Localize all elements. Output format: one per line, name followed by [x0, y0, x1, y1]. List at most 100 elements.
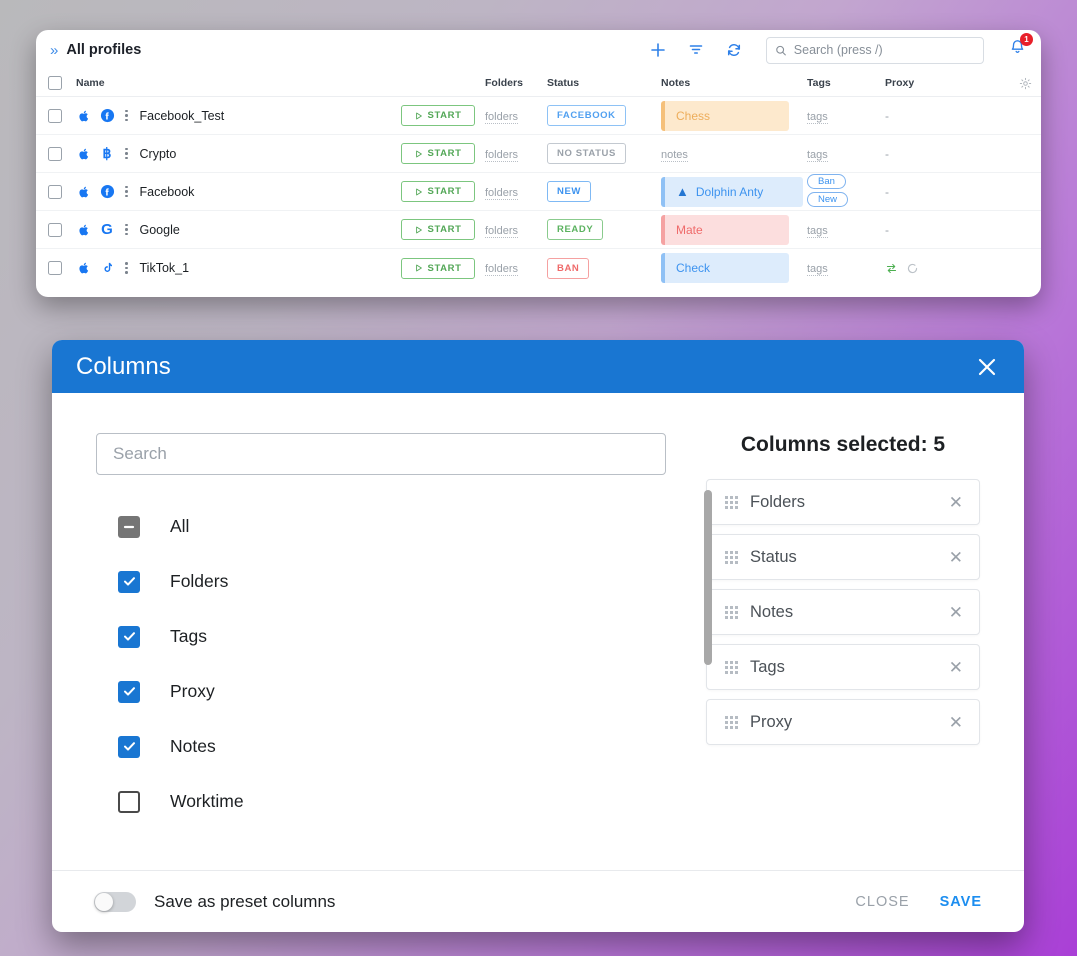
- row-checkbox[interactable]: [48, 146, 62, 161]
- gear-icon[interactable]: [1019, 77, 1032, 90]
- start-button[interactable]: START: [401, 219, 475, 240]
- tags-link[interactable]: tags: [807, 110, 828, 124]
- note-cell[interactable]: ▲ Dolphin Anty: [661, 176, 803, 207]
- drag-handle-icon[interactable]: [725, 550, 738, 564]
- tag-chip[interactable]: New: [807, 191, 849, 207]
- checkbox-checked-icon[interactable]: [118, 680, 140, 703]
- folders-link[interactable]: folders: [485, 110, 519, 124]
- row-checkbox[interactable]: [48, 261, 62, 275]
- status-badge[interactable]: READY: [547, 219, 604, 240]
- kebab-menu-icon[interactable]: [125, 262, 128, 274]
- save-button[interactable]: SAVE: [940, 894, 982, 910]
- refresh-icon[interactable]: [906, 262, 919, 275]
- proxy-value[interactable]: -: [885, 109, 889, 123]
- swap-icon[interactable]: [885, 262, 898, 275]
- selected-column-item[interactable]: Status ✕: [706, 534, 980, 580]
- search-input[interactable]: [793, 43, 975, 57]
- column-header-folders[interactable]: Folders: [485, 77, 547, 89]
- remove-column-icon[interactable]: ✕: [949, 659, 963, 676]
- proxy-value[interactable]: -: [885, 185, 889, 199]
- status-badge[interactable]: NO STATUS: [547, 143, 626, 164]
- drag-handle-icon[interactable]: [725, 495, 738, 509]
- select-all-checkbox[interactable]: [48, 76, 62, 90]
- column-header-notes[interactable]: Notes: [661, 77, 807, 89]
- drag-handle-icon[interactable]: [725, 660, 738, 674]
- refresh-icon[interactable]: [724, 40, 744, 60]
- columns-search-input[interactable]: [96, 433, 666, 475]
- options-scrollbar[interactable]: [704, 490, 712, 665]
- tags-link[interactable]: tags: [807, 224, 828, 238]
- search-box[interactable]: [766, 36, 984, 64]
- start-button[interactable]: START: [401, 181, 475, 202]
- checkbox-checked-icon[interactable]: [118, 570, 140, 593]
- table-row[interactable]: TikTok_1 START folders BAN Check tags: [36, 249, 1041, 287]
- close-button[interactable]: CLOSE: [855, 894, 909, 910]
- status-badge[interactable]: BAN: [547, 257, 590, 279]
- folders-link[interactable]: folders: [485, 186, 519, 200]
- note-cell[interactable]: Check: [661, 253, 789, 283]
- checkbox-checked-icon[interactable]: [118, 625, 140, 648]
- selected-column-item[interactable]: Proxy ✕: [706, 699, 980, 745]
- checkbox-indeterminate-icon[interactable]: [118, 515, 140, 538]
- folders-link[interactable]: folders: [485, 148, 519, 162]
- note-cell[interactable]: Chess: [661, 100, 789, 131]
- proxy-value[interactable]: -: [885, 223, 889, 237]
- column-header-name[interactable]: Name: [76, 77, 401, 89]
- remove-column-icon[interactable]: ✕: [949, 549, 963, 566]
- selected-column-item[interactable]: Tags ✕: [706, 644, 980, 690]
- drag-handle-icon[interactable]: [725, 715, 738, 729]
- profile-name[interactable]: Crypto: [140, 147, 177, 161]
- folders-link[interactable]: folders: [485, 263, 519, 276]
- checkbox-checked-icon[interactable]: [118, 735, 140, 758]
- remove-column-icon[interactable]: ✕: [949, 494, 963, 511]
- start-button[interactable]: START: [401, 105, 475, 126]
- table-row[interactable]: G Google START folders READY Mate tags -: [36, 211, 1041, 249]
- profile-name[interactable]: TikTok_1: [140, 261, 190, 275]
- table-row[interactable]: ฿ Crypto START folders NO STATUS notes t…: [36, 135, 1041, 173]
- option-proxy[interactable]: Proxy: [96, 664, 674, 719]
- close-icon[interactable]: [972, 352, 1002, 382]
- column-header-status[interactable]: Status: [547, 77, 661, 89]
- drag-handle-icon[interactable]: [725, 605, 738, 619]
- profile-name[interactable]: Google: [140, 223, 180, 237]
- note-cell[interactable]: Mate: [661, 214, 789, 245]
- selected-column-item[interactable]: Notes ✕: [706, 589, 980, 635]
- proxy-value[interactable]: -: [885, 147, 889, 161]
- tags-link[interactable]: tags: [807, 263, 828, 276]
- row-checkbox[interactable]: [48, 184, 62, 199]
- table-row[interactable]: Facebook START folders NEW ▲ Dolphin Ant…: [36, 173, 1041, 211]
- notification-button[interactable]: 1: [1008, 33, 1033, 62]
- kebab-menu-icon[interactable]: [125, 223, 128, 236]
- option-folders[interactable]: Folders: [96, 554, 674, 609]
- tags-link[interactable]: tags: [807, 148, 828, 162]
- option-tags[interactable]: Tags: [96, 609, 674, 664]
- remove-column-icon[interactable]: ✕: [949, 604, 963, 621]
- table-row[interactable]: Facebook_Test START folders FACEBOOK Che…: [36, 97, 1041, 135]
- folders-link[interactable]: folders: [485, 224, 519, 238]
- kebab-menu-icon[interactable]: [125, 185, 128, 198]
- row-checkbox[interactable]: [48, 222, 62, 237]
- option-all[interactable]: All: [96, 499, 674, 554]
- checkbox-unchecked-icon[interactable]: [118, 790, 140, 813]
- row-checkbox[interactable]: [48, 108, 62, 123]
- profile-name[interactable]: Facebook_Test: [140, 109, 225, 123]
- save-preset-toggle[interactable]: [94, 891, 136, 912]
- chevron-double-right-icon[interactable]: »: [50, 43, 58, 58]
- status-badge[interactable]: NEW: [547, 181, 591, 202]
- column-header-tags[interactable]: Tags: [807, 77, 885, 89]
- option-notes[interactable]: Notes: [96, 719, 674, 774]
- notes-link[interactable]: notes: [661, 148, 688, 162]
- kebab-menu-icon[interactable]: [125, 109, 128, 122]
- tag-chip[interactable]: Ban: [807, 173, 846, 189]
- plus-icon[interactable]: [648, 40, 668, 60]
- start-button[interactable]: START: [401, 143, 475, 164]
- filter-icon[interactable]: [686, 40, 706, 60]
- remove-column-icon[interactable]: ✕: [949, 714, 963, 731]
- status-badge[interactable]: FACEBOOK: [547, 105, 626, 126]
- start-button[interactable]: START: [401, 257, 475, 279]
- profile-name[interactable]: Facebook: [140, 185, 195, 199]
- kebab-menu-icon[interactable]: [125, 147, 128, 160]
- selected-column-item[interactable]: Folders ✕: [706, 479, 980, 525]
- option-worktime[interactable]: Worktime: [96, 774, 674, 829]
- column-header-proxy[interactable]: Proxy: [885, 77, 1009, 89]
